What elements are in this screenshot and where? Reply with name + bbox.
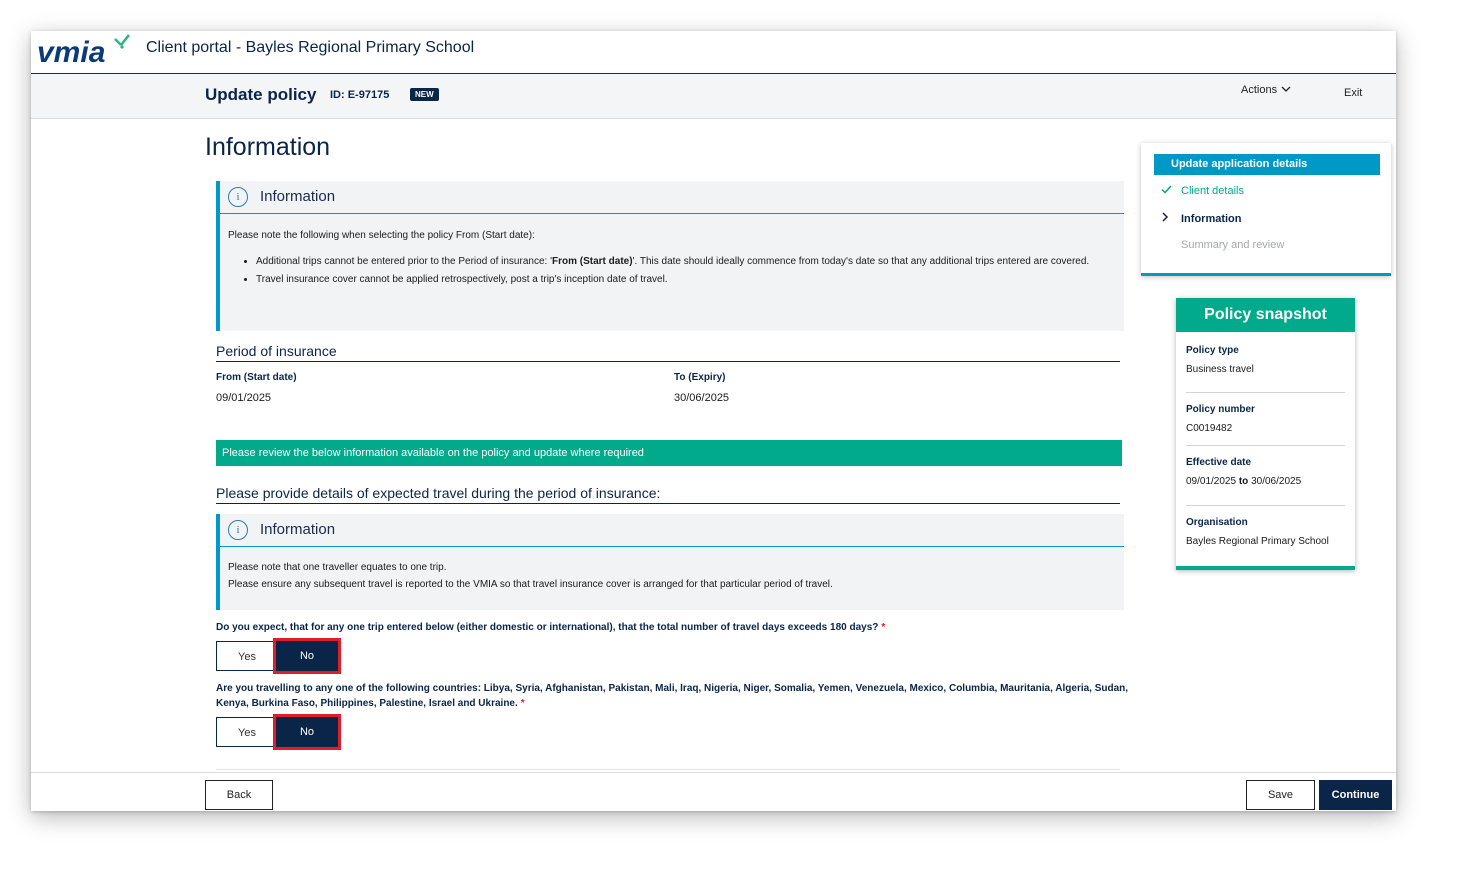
info-box-title: Information [260, 188, 336, 205]
no-button-selected[interactable]: No [273, 638, 341, 674]
travel-heading: Please provide details of expected trave… [216, 485, 1120, 504]
new-badge: NEW [410, 88, 439, 101]
required-marker: * [881, 622, 886, 633]
progress-steps-panel: Update application details Client detail… [1141, 143, 1391, 276]
continue-button[interactable]: Continue [1319, 780, 1392, 810]
info-box-travel: i Information Please note that one trave… [216, 514, 1124, 610]
info-intro: Please note the following when selecting… [228, 230, 535, 241]
to-date-value: 30/06/2025 [674, 392, 730, 404]
info-line: Please ensure any subsequent travel is r… [228, 579, 833, 590]
back-button[interactable]: Back [205, 780, 273, 810]
info-bullet-list: Additional trips cannot be entered prior… [228, 254, 1114, 288]
snapshot-policy-type: Policy type Business travel [1186, 345, 1254, 375]
snapshot-effective-date: Effective date 09/01/2025 to 30/06/2025 [1186, 457, 1302, 487]
question-180-days: Do you expect, that for any one trip ent… [216, 622, 886, 633]
policy-id: ID: E-97175 [330, 89, 390, 101]
toggle-180-days: Yes No [216, 638, 341, 674]
steps-header: Update application details [1154, 154, 1380, 175]
divider [1186, 392, 1345, 393]
top-bar: vmia Client portal - Bayles Regional Pri… [31, 31, 1396, 74]
portal-title: Client portal - Bayles Regional Primary … [146, 39, 475, 56]
step-information[interactable]: Information [1161, 212, 1242, 225]
step-client-details[interactable]: Client details [1161, 185, 1244, 197]
snapshot-policy-number: Policy number C0019482 [1186, 404, 1255, 434]
footer-bar: Back Save Continue [31, 772, 1396, 811]
info-icon: i [228, 187, 248, 207]
policy-header-bar: Update policy ID: E-97175 NEW Actions Ex… [31, 74, 1396, 119]
question-countries: Are you travelling to any one of the fol… [216, 683, 1129, 709]
to-date-label: To (Expiry) [674, 372, 726, 383]
from-date-label: From (Start date) [216, 372, 297, 383]
next-section-divider [216, 769, 1120, 770]
info-box-header: i Information [220, 181, 1124, 214]
snapshot-organisation: Organisation Bayles Regional Primary Sch… [1186, 517, 1329, 547]
info-bullet: Additional trips cannot be entered prior… [256, 254, 1114, 270]
actions-label: Actions [1241, 84, 1278, 96]
toggle-countries: Yes No [216, 714, 341, 750]
yes-button[interactable]: Yes [216, 641, 278, 671]
policy-header-title: Update policy [205, 85, 317, 104]
info-box-title: Information [260, 521, 336, 538]
check-icon [1161, 185, 1181, 197]
divider [1186, 505, 1345, 506]
save-button[interactable]: Save [1246, 780, 1315, 810]
info-box-start-date: i Information Please note the following … [216, 181, 1124, 331]
no-button-selected[interactable]: No [273, 714, 341, 750]
chevron-right-icon [1161, 212, 1181, 225]
app-window: vmia Client portal - Bayles Regional Pri… [31, 31, 1396, 811]
main-content: Information i Information Please note th… [31, 119, 1396, 771]
info-box-body: Please note the following when selecting… [220, 214, 1124, 300]
actions-menu[interactable]: Actions [1241, 84, 1291, 96]
svg-text:vmia: vmia [37, 36, 105, 69]
policy-snapshot-card: Policy snapshot Policy type Business tra… [1176, 298, 1355, 570]
divider [1186, 445, 1345, 446]
required-marker: * [520, 698, 525, 709]
page-title: Information [205, 133, 331, 161]
info-line: Please note that one traveller equates t… [228, 562, 447, 573]
info-icon: i [228, 520, 248, 540]
snapshot-title: Policy snapshot [1176, 298, 1355, 332]
info-box-body: Please note that one traveller equates t… [220, 547, 1124, 603]
period-heading: Period of insurance [216, 343, 1120, 362]
exit-button[interactable]: Exit [1344, 87, 1362, 99]
info-bullet: Travel insurance cover cannot be applied… [256, 272, 1114, 288]
step-summary-review: Summary and review [1181, 239, 1285, 251]
info-box-header: i Information [220, 514, 1124, 547]
review-notice-bar: Please review the below information avai… [216, 440, 1122, 466]
vmia-logo[interactable]: vmia [35, 33, 135, 69]
chevron-down-icon [1281, 84, 1291, 96]
yes-button[interactable]: Yes [216, 717, 278, 747]
from-date-value: 09/01/2025 [216, 392, 272, 404]
